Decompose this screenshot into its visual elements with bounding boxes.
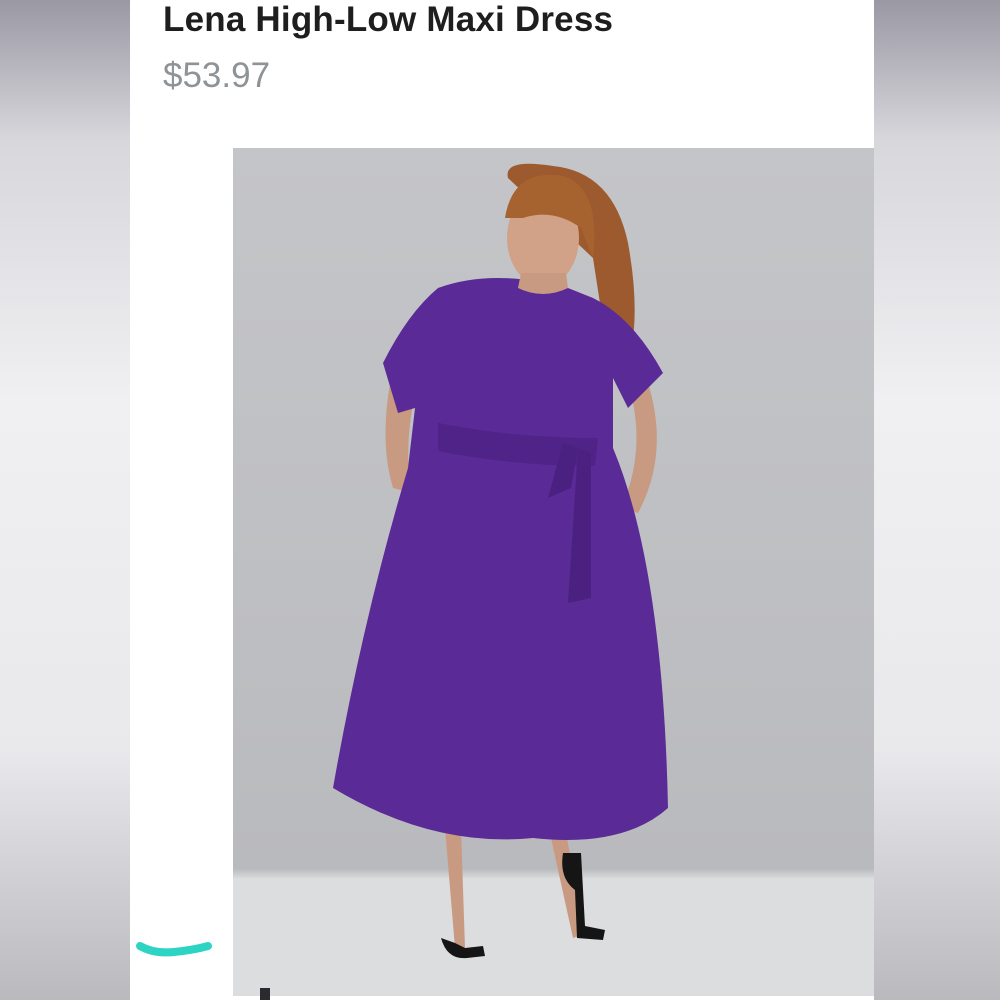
product-title[interactable]: Lena High-Low Maxi Dress — [163, 0, 613, 40]
product-price: $53.97 — [163, 56, 271, 95]
product-card[interactable]: Lena High-Low Maxi Dress $53.97 — [130, 0, 874, 1000]
blurred-background-right — [874, 0, 1000, 1000]
corner-mark — [260, 988, 270, 1000]
teal-squiggle-mark-icon — [136, 942, 212, 957]
purple-dress — [333, 278, 668, 840]
studio-floor — [233, 878, 874, 996]
blurred-background-left — [0, 0, 130, 1000]
neck — [518, 273, 568, 294]
dress-illustration — [233, 163, 874, 996]
product-photo[interactable] — [233, 148, 874, 996]
